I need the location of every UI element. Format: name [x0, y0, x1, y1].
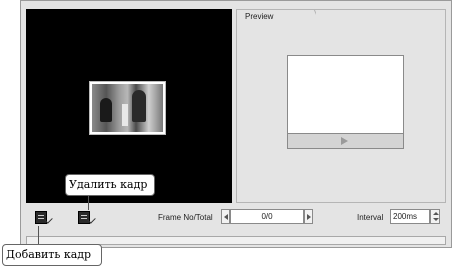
next-frame-button[interactable] [304, 209, 313, 224]
thumbnail-object [122, 104, 128, 126]
callout-leader-delete [88, 196, 89, 210]
interval-field[interactable]: 200ms [390, 209, 430, 224]
frame-editor-window: Preview Frame No/Total 0/0 Interval 200m… [0, 0, 454, 266]
thumbnail-figure-left [100, 98, 112, 122]
preview-title: Preview [245, 12, 274, 21]
add-frame-button[interactable] [33, 210, 53, 224]
callout-delete-frame: Удалить кадр [65, 174, 155, 196]
thumbnail-image [92, 84, 163, 132]
delete-frame-button[interactable] [76, 210, 96, 224]
arrow-left-icon [224, 214, 228, 220]
interval-spinner[interactable] [430, 209, 440, 224]
interval-label: Interval [357, 213, 384, 222]
prev-frame-button[interactable] [221, 209, 230, 224]
frame-no-label: Frame No/Total [158, 213, 213, 222]
spin-down-icon [433, 218, 439, 221]
arrow-right-icon [307, 214, 311, 220]
thumbnail-figure-right [132, 90, 146, 122]
spin-up-icon [433, 212, 439, 215]
play-icon[interactable] [341, 137, 348, 145]
callout-leader-add [38, 226, 39, 244]
frame-thumbnail[interactable] [89, 81, 166, 135]
callout-add-frame: Добавить кадр [2, 244, 102, 266]
frame-no-field[interactable]: 0/0 [230, 209, 304, 224]
